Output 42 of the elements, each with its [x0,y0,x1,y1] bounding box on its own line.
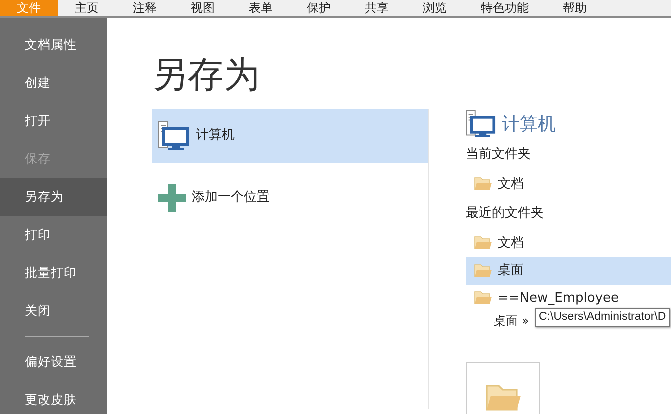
sidebar-item[interactable]: 更改皮肤 [0,381,107,414]
folder-icon [474,264,492,278]
sidebar-item[interactable]: 文档属性 [0,26,107,64]
section-heading: 计算机 [502,112,556,137]
computer-icon [158,120,190,152]
menu-tab[interactable]: 表单 [232,0,290,16]
menu-tab[interactable]: 注释 [116,0,174,16]
sidebar-item[interactable]: 关闭 [0,292,107,330]
computer-icon [466,109,496,140]
folder-name: 桌面 [498,262,524,280]
folder-item[interactable]: 文档 [466,230,671,258]
folder-icon [474,177,492,192]
browse-button[interactable] [466,362,540,414]
menu-tab[interactable]: 特色功能 [464,0,546,16]
sidebar-item[interactable]: 打开 [0,102,107,140]
folder-path: 桌面 » [493,313,530,330]
sidebar-item[interactable]: 偏好设置 [0,343,107,381]
folder-name: ==New_Employee [498,290,620,308]
menu-tab[interactable]: 视图 [174,0,232,16]
menu-tab[interactable]: 帮助 [546,0,604,16]
folder-icon [485,384,521,412]
folder-item[interactable]: 桌面 [466,257,671,285]
sidebar-item[interactable]: 创建 [0,64,107,102]
folder-icon [474,291,492,306]
folder-name: 文档 [498,176,524,194]
folder-name: 文档 [498,234,524,253]
folder-icon [474,236,492,250]
sidebar-item[interactable]: 另存为 [0,178,107,216]
menu-tab[interactable]: 保护 [290,0,348,16]
sidebar-item[interactable]: 批量打印 [0,254,107,292]
page-title: 另存为 [152,54,261,98]
plus-icon [158,184,186,212]
menu-tab[interactable]: 浏览 [406,0,464,16]
menu-tab[interactable]: 主页 [58,0,116,16]
menu-tab[interactable]: 共享 [348,0,406,16]
section-label: 当前文件夹 [466,146,532,164]
folder-item[interactable]: 文档 [466,170,671,198]
tooltip: C:\Users\Administrator\D [535,308,670,328]
location-item[interactable]: 计算机 [152,109,428,164]
section-label: 最近的文件夹 [466,205,545,224]
sidebar-item[interactable]: 打印 [0,216,107,254]
location-item[interactable]: 添加一个位置 [152,171,428,226]
